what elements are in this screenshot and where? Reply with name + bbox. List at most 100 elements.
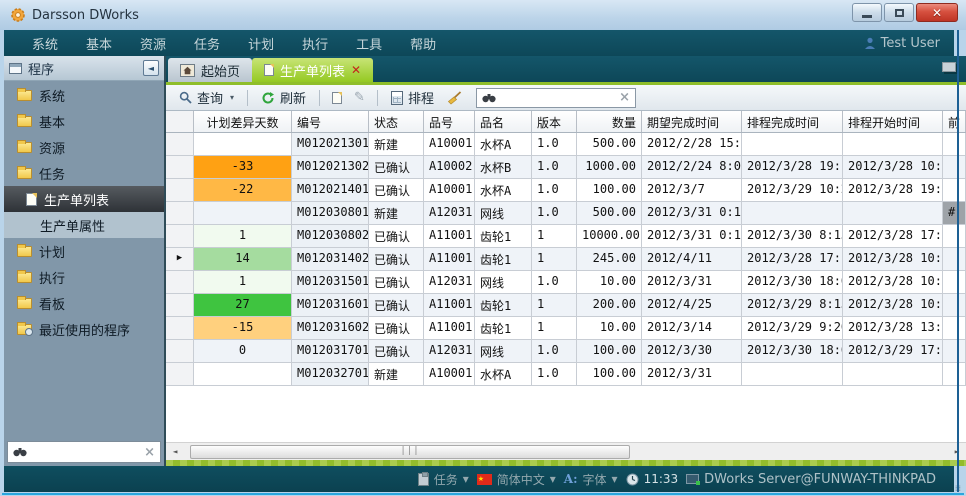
cell-part-number[interactable]: A11001 (424, 317, 475, 339)
refresh-button[interactable]: 刷新 (256, 86, 311, 109)
cell-scheduled-end[interactable]: 2012/3/28 17:13 (742, 248, 843, 270)
cell-scheduled-start[interactable]: 2012/3/28 10:52 (843, 271, 943, 293)
cell-order-id[interactable]: M012031501 (292, 271, 369, 293)
cell-quantity[interactable]: 200.00 (577, 294, 642, 316)
sidebar-item[interactable]: 生产单列表 (4, 186, 164, 212)
cell-diff-days[interactable]: -33 (194, 156, 292, 178)
cell-diff-days[interactable] (194, 202, 292, 224)
cell-scheduled-end[interactable] (742, 202, 843, 224)
cell-scheduled-end[interactable]: 2012/3/28 19:10 (742, 156, 843, 178)
cell-extra[interactable] (943, 156, 966, 178)
cell-quantity[interactable]: 10.00 (577, 317, 642, 339)
cell-scheduled-start[interactable]: 2012/3/29 17:46 (843, 340, 943, 362)
scroll-left-arrow[interactable]: ◄ (166, 443, 184, 461)
cell-order-id[interactable]: M012021401 (292, 179, 369, 201)
table-row[interactable]: 1 M012030802 已确认 A11001 齿轮1 1 10000.00 2… (166, 225, 966, 248)
sidebar-item[interactable]: 计划 (4, 238, 164, 264)
cell-scheduled-start[interactable]: 2012/3/28 17:13 (843, 225, 943, 247)
cell-part-name[interactable]: 水杯A (475, 179, 532, 201)
cell-version[interactable]: 1.0 (532, 271, 577, 293)
cell-order-id[interactable]: M012021302 (292, 156, 369, 178)
cell-quantity[interactable]: 500.00 (577, 202, 642, 224)
row-cursor-cell[interactable] (166, 294, 194, 316)
cell-extra[interactable] (943, 271, 966, 293)
sidebar-item[interactable]: 系统 (4, 82, 164, 108)
cell-part-number[interactable]: A10001 (424, 133, 475, 155)
cell-scheduled-start[interactable]: 2012/3/28 13:40 (843, 317, 943, 339)
row-cursor-cell[interactable] (166, 133, 194, 155)
cell-order-id[interactable]: M012031701 (292, 340, 369, 362)
cell-version[interactable]: 1 (532, 248, 577, 270)
minimize-button[interactable] (852, 3, 882, 22)
cell-diff-days[interactable] (194, 133, 292, 155)
cell-version[interactable]: 1 (532, 225, 577, 247)
cell-scheduled-end[interactable]: 2012/3/29 8:15 (742, 294, 843, 316)
cell-part-number[interactable]: A10001 (424, 179, 475, 201)
edit-button[interactable]: ✎ (350, 88, 369, 107)
cell-status[interactable]: 新建 (369, 363, 424, 385)
cell-scheduled-start[interactable]: 2012/3/28 19:10 (843, 179, 943, 201)
table-row[interactable]: -15 M012031602 已确认 A11001 齿轮1 1 10.00 20… (166, 317, 966, 340)
status-font-dropdown[interactable]: A: 字体 ▾ (564, 471, 618, 488)
sidebar-item[interactable]: 执行 (4, 264, 164, 290)
cell-diff-days[interactable] (194, 363, 292, 385)
cell-scheduled-start[interactable]: 2012/3/28 10:52 (843, 248, 943, 270)
cell-scheduled-start[interactable]: 2012/3/28 10:52 (843, 156, 943, 178)
cell-scheduled-end[interactable]: 2012/3/30 8:15 (742, 225, 843, 247)
cell-scheduled-start[interactable]: 2012/3/28 10:52 (843, 294, 943, 316)
cell-part-name[interactable]: 齿轮1 (475, 294, 532, 316)
row-cursor-cell[interactable] (166, 363, 194, 385)
cell-quantity[interactable]: 500.00 (577, 133, 642, 155)
sidebar-item[interactable]: 任务 (4, 160, 164, 186)
scroll-thumb[interactable] (190, 445, 630, 459)
cell-due-time[interactable]: 2012/3/31 0:10 (642, 202, 742, 224)
cell-status[interactable]: 已确认 (369, 248, 424, 270)
column-header-cell[interactable]: 期望完成时间 (642, 111, 742, 132)
column-header-cell[interactable]: 状态 (369, 111, 424, 132)
toolbar-search-input[interactable] (501, 91, 614, 105)
cell-quantity[interactable]: 245.00 (577, 248, 642, 270)
sidebar-collapse-button[interactable]: ◄ (143, 60, 159, 76)
cell-quantity[interactable]: 100.00 (577, 363, 642, 385)
menu-item[interactable]: 工具 (342, 30, 396, 57)
cell-version[interactable]: 1.0 (532, 202, 577, 224)
cell-part-number[interactable]: A10002 (424, 156, 475, 178)
sidebar-item[interactable]: 看板 (4, 290, 164, 316)
cell-part-number[interactable]: A11001 (424, 248, 475, 270)
cell-scheduled-start[interactable] (843, 202, 943, 224)
cell-due-time[interactable]: 2012/3/31 0:17 (642, 225, 742, 247)
column-header-cell[interactable]: 版本 (532, 111, 577, 132)
cell-diff-days[interactable]: 27 (194, 294, 292, 316)
cell-status[interactable]: 已确认 (369, 317, 424, 339)
cell-extra[interactable] (943, 363, 966, 385)
cell-part-number[interactable]: A10001 (424, 363, 475, 385)
cell-status[interactable]: 已确认 (369, 271, 424, 293)
cell-version[interactable]: 1 (532, 317, 577, 339)
cell-diff-days[interactable]: -15 (194, 317, 292, 339)
table-row[interactable]: 27 M012031601 已确认 A11001 齿轮1 1 200.00 20… (166, 294, 966, 317)
cell-status[interactable]: 已确认 (369, 294, 424, 316)
cell-scheduled-end[interactable] (742, 133, 843, 155)
table-row[interactable]: 1 M012031501 已确认 A12031 网线 1.0 10.00 201… (166, 271, 966, 294)
new-document-button[interactable] (328, 90, 346, 106)
row-cursor-cell[interactable] (166, 202, 194, 224)
cell-part-number[interactable]: A11001 (424, 294, 475, 316)
cell-version[interactable]: 1 (532, 294, 577, 316)
toolbar-search-clear-icon[interactable]: × (619, 91, 630, 104)
cell-quantity[interactable]: 100.00 (577, 340, 642, 362)
cell-part-name[interactable]: 网线 (475, 202, 532, 224)
close-button[interactable]: ✕ (916, 3, 958, 22)
cell-scheduled-end[interactable]: 2012/3/30 18:00 (742, 340, 843, 362)
cell-extra[interactable] (943, 225, 966, 247)
sidebar-item[interactable]: 生产单属性 (4, 212, 164, 238)
cell-diff-days[interactable]: 14 (194, 248, 292, 270)
user-indicator[interactable]: Test User (864, 36, 954, 51)
cell-part-number[interactable]: A12031 (424, 340, 475, 362)
cell-part-name[interactable]: 齿轮1 (475, 248, 532, 270)
table-row[interactable]: M012032701 新建 A10001 水杯A 1.0 100.00 2012… (166, 363, 966, 386)
maximize-button[interactable] (884, 3, 914, 22)
cell-due-time[interactable]: 2012/4/25 (642, 294, 742, 316)
cell-scheduled-end[interactable]: 2012/3/30 18:00 (742, 271, 843, 293)
table-row[interactable]: M012030801 新建 A12031 网线 1.0 500.00 2012/… (166, 202, 966, 225)
menu-item[interactable]: 资源 (126, 30, 180, 57)
